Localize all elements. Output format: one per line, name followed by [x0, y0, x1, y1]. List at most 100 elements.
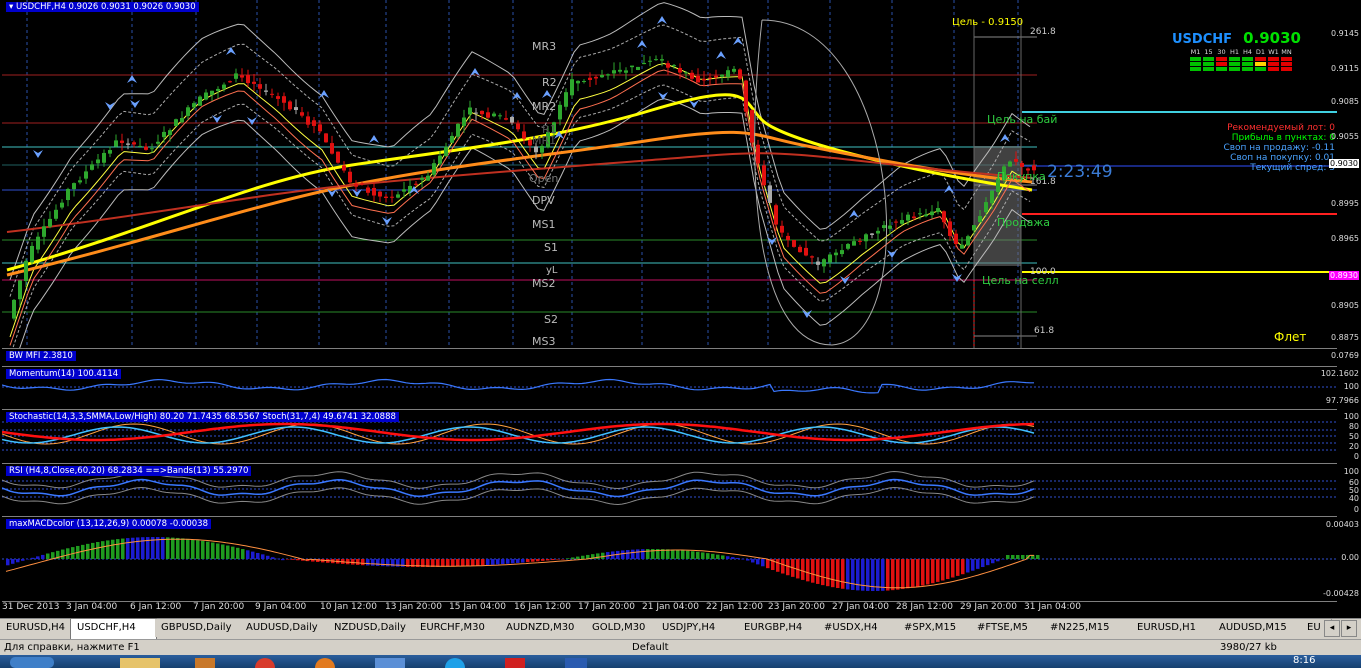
macd-bar	[251, 551, 255, 559]
time-axis-label: 7 Jan 20:00	[193, 602, 245, 612]
chart-tab[interactable]: USDCHF,H4	[70, 618, 157, 639]
candle-body	[768, 185, 772, 203]
macd-bar	[786, 559, 790, 576]
candle-body	[306, 116, 310, 125]
chart-tab[interactable]: AUDNZD,M30	[500, 619, 587, 637]
candle-body	[156, 141, 160, 144]
candle-body	[396, 194, 400, 198]
chart-tab[interactable]: AUDUSD,M15	[1213, 619, 1302, 637]
chart-tab[interactable]: #FTSE,M5	[971, 619, 1045, 637]
tab-scroll-left[interactable]: ◂	[1324, 620, 1340, 637]
chart-tab[interactable]: GOLD,M30	[586, 619, 657, 637]
price-axis[interactable]: 0.9145 0.9115 0.9085 0.9055 0.9030 0.899…	[1329, 0, 1361, 348]
macd-bar	[116, 539, 120, 559]
fractal-arrow	[944, 185, 954, 193]
macd-bar	[506, 559, 510, 564]
candle-body	[816, 261, 820, 265]
status-traffic: 3980/27 kb	[1220, 642, 1277, 653]
chart-tab[interactable]: EURUSD,H1	[1131, 619, 1214, 637]
pivot-r2: R2	[542, 76, 557, 89]
firefox-icon[interactable]	[315, 658, 335, 668]
chrome-icon[interactable]	[255, 658, 275, 668]
candle-body	[390, 196, 394, 198]
chart-tab[interactable]: NZDUSD,Daily	[328, 619, 415, 637]
macd-canvas	[2, 537, 1337, 591]
candle-body	[150, 148, 154, 150]
candle-body	[606, 74, 610, 76]
macd-bar	[541, 559, 545, 561]
candle-body	[834, 252, 838, 256]
pivot-s2: S2	[544, 313, 558, 326]
candle-body	[1014, 159, 1018, 162]
chart-tab[interactable]: USDJPY,H4	[656, 619, 739, 637]
time-axis[interactable]: 31 Dec 2013 3 Jan 04:00 6 Jan 12:00 7 Jan 2…	[2, 602, 1337, 616]
candle-body	[18, 280, 22, 300]
candle-body	[168, 130, 172, 135]
candle-body	[558, 104, 562, 120]
macd-bar	[161, 537, 165, 559]
settings-icon[interactable]	[505, 658, 525, 668]
macd-bar	[526, 559, 530, 563]
candle-body	[948, 221, 952, 236]
time-axis-label: 16 Jan 12:00	[514, 602, 571, 612]
chart-tab[interactable]: #USDX,H4	[818, 619, 899, 637]
macd-bar	[516, 559, 520, 563]
chart-tab[interactable]: #SPX,M15	[898, 619, 972, 637]
timeframe-label: MN	[1281, 48, 1292, 56]
candle-body	[744, 80, 748, 112]
candle-body	[12, 299, 16, 319]
stochastic-pane[interactable]: Stochastic(14,3,3,SMMA,Low/High) 80.20 7…	[2, 410, 1337, 464]
stochastic-slow	[2, 422, 1035, 442]
macd-bar	[886, 559, 890, 591]
chart-tab-bar[interactable]: EURUSD,H4 USDCHF,H4 GBPUSD,Daily AUDUSD,Dai…	[0, 618, 1361, 639]
folder-icon[interactable]	[120, 658, 160, 668]
pivot-mr3: MR3	[532, 40, 557, 53]
macd-bar	[31, 557, 35, 559]
macd-bar	[896, 559, 900, 590]
macd-bar	[291, 559, 295, 560]
time-axis-label: 27 Jan 04:00	[832, 602, 889, 612]
momentum-pane[interactable]: Momentum(14) 100.4114	[2, 367, 1337, 410]
time-axis-label: 3 Jan 04:00	[66, 602, 118, 612]
chart-tab[interactable]: #N225,M15	[1044, 619, 1132, 637]
macd-pane[interactable]: maxMACDcolor (13,12,26,9) 0.00078 -0.000…	[2, 517, 1337, 602]
target-top-label: Цель - 0.9150	[952, 17, 1024, 28]
chart-tab[interactable]: AUDUSD,Daily	[240, 619, 329, 637]
chart-tab[interactable]: EURCHF,M30	[414, 619, 501, 637]
candle-body	[186, 107, 190, 116]
price-chart-canvas[interactable]	[2, 0, 1337, 348]
mail-icon[interactable]	[375, 658, 405, 668]
skype-icon[interactable]	[445, 658, 465, 668]
timeframe-label: W1	[1268, 48, 1279, 56]
clock[interactable]: 8:16	[1293, 655, 1315, 666]
main-chart-pane[interactable]: ▾ USDCHF,H4 0.9026 0.9031 0.9026 0.9030 …	[2, 0, 1337, 349]
candle-body	[702, 78, 706, 81]
time-axis-label: 17 Jan 20:00	[578, 602, 635, 612]
candle-body	[924, 214, 928, 217]
candle-body	[174, 119, 178, 127]
macd-bar	[921, 559, 925, 586]
macd-bar	[781, 559, 785, 574]
bwmfi-pane[interactable]: BW MFI 2.3810	[2, 349, 1337, 367]
fractal-arrow	[657, 16, 667, 24]
macd-bar	[746, 559, 750, 561]
candle-body	[234, 73, 238, 79]
chart-tab[interactable]: EURGBP,H4	[738, 619, 819, 637]
price-axis-label: 0.8995	[1331, 199, 1359, 208]
rsi-pane[interactable]: RSI (H4,8,Close,60,20) 68.2834 ==>Bands(…	[2, 464, 1337, 517]
chart-tab[interactable]: EURUSD,H4	[0, 619, 71, 637]
candle-body	[90, 164, 94, 170]
word-icon[interactable]	[565, 658, 587, 668]
time-axis-label: 22 Jan 12:00	[706, 602, 763, 612]
range-box	[974, 146, 1021, 266]
pivot-r1: R1	[542, 123, 557, 136]
macd-bar	[221, 544, 225, 559]
taskbar[interactable]: 8:16	[0, 655, 1361, 668]
tab-scroll-right[interactable]: ▸	[1341, 620, 1357, 637]
time-axis-label: 9 Jan 04:00	[255, 602, 307, 612]
macd-bar	[551, 559, 555, 560]
start-button[interactable]	[10, 657, 54, 668]
candle-body	[810, 256, 814, 258]
app-icon[interactable]	[195, 658, 215, 668]
chart-tab[interactable]: GBPUSD,Daily	[155, 619, 241, 637]
